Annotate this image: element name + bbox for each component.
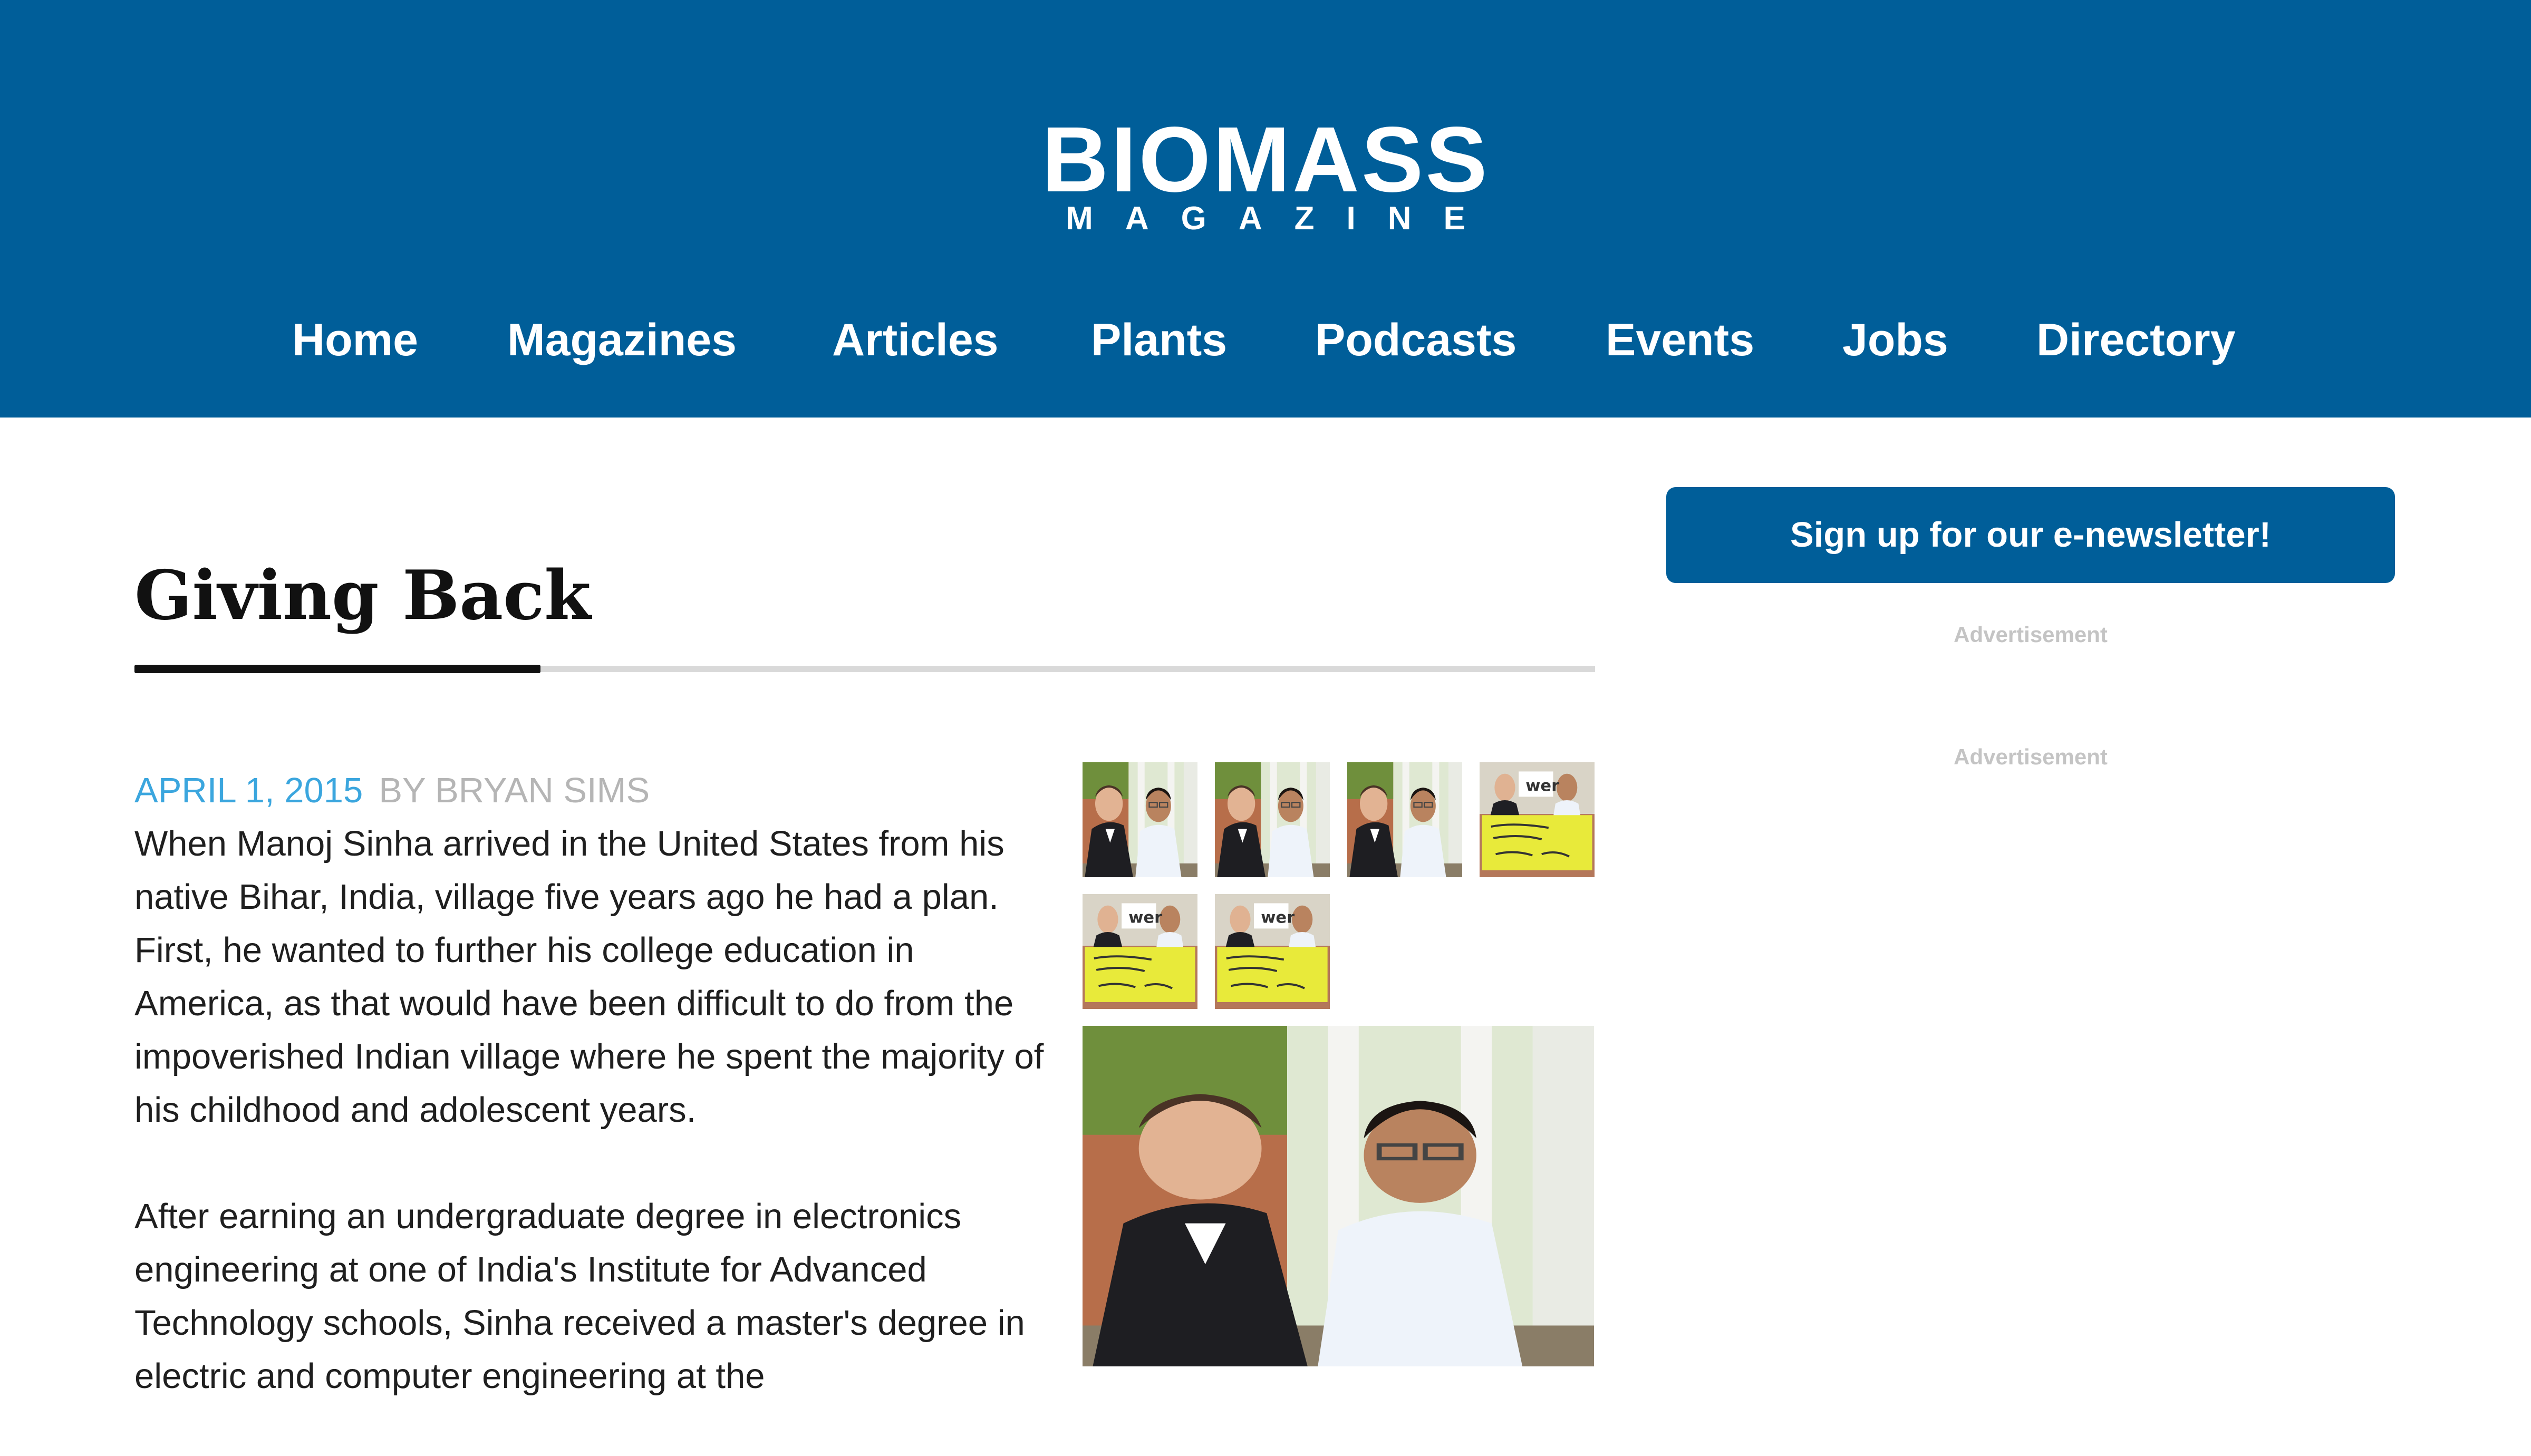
page-title: Giving Back: [134, 556, 591, 635]
nav-podcasts[interactable]: Podcasts: [1315, 306, 1516, 374]
check-presentation-photo-icon: [1215, 894, 1330, 1009]
title-divider-accent: [134, 665, 540, 673]
gallery-thumbnail[interactable]: [1083, 762, 1197, 877]
article-author[interactable]: BY BRYAN SIMS: [379, 771, 650, 810]
check-presentation-photo-icon: [1083, 894, 1197, 1009]
nav-home[interactable]: Home: [292, 306, 418, 374]
article-paragraph: After earning an undergraduate degree in…: [134, 1197, 1025, 1396]
nav-plants[interactable]: Plants: [1091, 306, 1227, 374]
site-logo[interactable]: BIOMASS MAGAZINE: [0, 108, 2531, 237]
logo-subtitle: MAGAZINE: [1066, 200, 1498, 237]
article-paragraph: When Manoj Sinha arrived in the United S…: [134, 824, 1044, 1130]
gallery-thumbnail[interactable]: [1215, 894, 1330, 1009]
article-byline: APRIL 1, 2015 BY BRYAN SIMS: [134, 764, 650, 817]
advertisement-label: Advertisement: [1954, 622, 2108, 647]
portrait-photo-icon: [1083, 762, 1197, 877]
nav-directory[interactable]: Directory: [2036, 306, 2236, 374]
gallery-main-photo[interactable]: [1083, 1026, 1594, 1366]
portrait-photo-icon: [1083, 1026, 1594, 1366]
check-presentation-photo-icon: [1480, 762, 1595, 877]
nav-events[interactable]: Events: [1606, 306, 1754, 374]
article-body: When Manoj Sinha arrived in the United S…: [134, 817, 1052, 1456]
logo-wordmark: BIOMASS: [1041, 108, 1490, 211]
gallery-thumbnail[interactable]: [1480, 762, 1595, 877]
advertisement-label: Advertisement: [1954, 744, 2108, 769]
gallery-thumbnail[interactable]: [1083, 894, 1197, 1009]
article-date: APRIL 1, 2015: [134, 771, 363, 810]
newsletter-signup-button[interactable]: Sign up for our e-newsletter!: [1666, 487, 2395, 583]
nav-magazines[interactable]: Magazines: [507, 306, 737, 374]
site-header: BIOMASS MAGAZINE Home Magazines Articles…: [0, 0, 2531, 418]
nav-articles[interactable]: Articles: [832, 306, 999, 374]
portrait-photo-icon: [1347, 762, 1462, 877]
main-navigation: Home Magazines Articles Plants Podcasts …: [0, 306, 2531, 374]
portrait-photo-icon: [1215, 762, 1330, 877]
nav-jobs[interactable]: Jobs: [1842, 306, 1948, 374]
gallery-thumbnail[interactable]: [1347, 762, 1462, 877]
gallery-thumbnail[interactable]: [1215, 762, 1330, 877]
